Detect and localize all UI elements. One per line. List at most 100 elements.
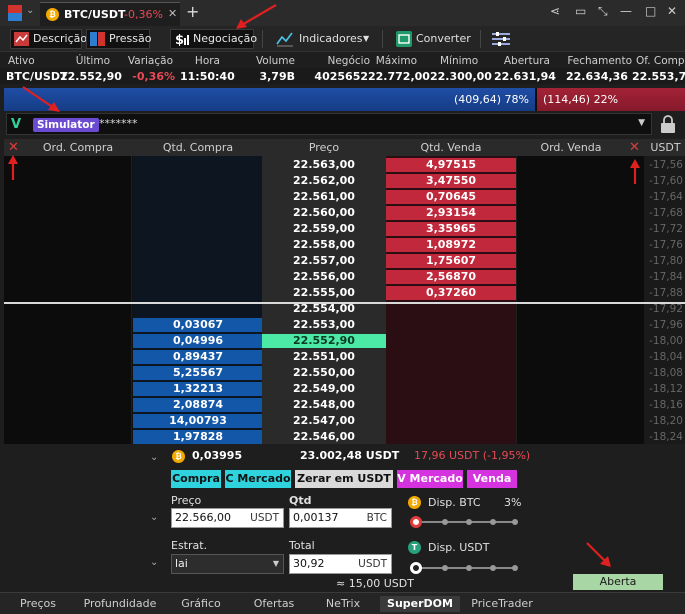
price-level[interactable]: 22.551,00 bbox=[262, 350, 386, 364]
price-level[interactable]: 22.549,00 bbox=[262, 382, 386, 396]
svg-text:$: $ bbox=[175, 33, 184, 46]
zerar-button[interactable]: Zerar em USDT bbox=[295, 470, 393, 488]
tab-profundidade[interactable]: Profundidade bbox=[80, 596, 160, 612]
price-level[interactable]: 22.562,00 bbox=[262, 174, 386, 188]
price-level[interactable]: 22.561,00 bbox=[262, 190, 386, 204]
price-level[interactable]: 22.555,00 bbox=[262, 286, 386, 300]
ord-compra-column[interactable] bbox=[4, 156, 132, 444]
share-icon[interactable]: ⋖ bbox=[550, 4, 560, 18]
ask-qty[interactable]: 1,08972 bbox=[386, 238, 516, 252]
tab-grafico[interactable]: Gráfico bbox=[172, 596, 230, 612]
ask-qty[interactable]: 4,97515 bbox=[386, 158, 516, 172]
col-variacao: Variação bbox=[127, 55, 173, 67]
tab-btc-usdt[interactable]: ₿ BTC/USDT -0,36% ✕ bbox=[40, 2, 180, 26]
restore-icon[interactable]: ⤡ bbox=[598, 4, 608, 19]
chevron-down-icon[interactable]: ⌄ bbox=[150, 557, 158, 568]
c-mercado-button[interactable]: C Mercado bbox=[225, 470, 291, 488]
tab-precos[interactable]: Preços bbox=[10, 596, 66, 612]
bid-qty[interactable]: 0,04996 bbox=[133, 334, 263, 348]
qtd-compra-column[interactable]: 0,03067 0,04996 0,89437 5,25567 1,32213 2,088… bbox=[133, 156, 263, 444]
venda-button[interactable]: Venda bbox=[467, 470, 517, 488]
status-aberta[interactable]: Aberta bbox=[573, 574, 663, 590]
pressao-button[interactable]: Pressão bbox=[86, 29, 151, 49]
settings-sliders-icon[interactable] bbox=[492, 32, 510, 46]
indicadores-button[interactable]: Indicadores bbox=[299, 32, 363, 45]
tab-superdom[interactable]: SuperDOM bbox=[380, 596, 460, 612]
bid-qty[interactable]: 2,08874 bbox=[133, 398, 263, 412]
chevron-down-icon[interactable]: ⌄ bbox=[26, 5, 34, 16]
approx-value: ≈ 15,00 USDT bbox=[336, 577, 414, 590]
close-icon[interactable]: ✕ bbox=[168, 7, 177, 20]
price-level[interactable]: 22.560,00 bbox=[262, 206, 386, 220]
negociacao-button[interactable]: $ Negociação bbox=[170, 29, 257, 49]
compra-button[interactable]: Compra bbox=[171, 470, 221, 488]
disp-btc-slider[interactable] bbox=[410, 516, 520, 528]
converter-button[interactable]: Converter bbox=[416, 32, 471, 45]
qtd-label: Qtd bbox=[289, 494, 312, 507]
bid-qty[interactable]: 1,32213 bbox=[133, 382, 263, 396]
preco-column[interactable]: 22.563,00 22.562,00 22.561,00 22.560,00 22.5… bbox=[262, 156, 386, 444]
tab-ofertas[interactable]: Ofertas bbox=[245, 596, 303, 612]
bid-qty[interactable]: 5,25567 bbox=[133, 366, 263, 380]
chevron-down-icon[interactable]: ⌄ bbox=[150, 452, 158, 463]
ask-qty[interactable]: 2,56870 bbox=[386, 270, 516, 284]
add-tab-icon[interactable]: + bbox=[186, 2, 199, 21]
chevron-down-icon[interactable]: ▼ bbox=[363, 34, 369, 43]
maximize-icon[interactable]: □ bbox=[645, 4, 656, 18]
price-level[interactable]: 22.563,00 bbox=[262, 158, 386, 172]
total-input[interactable]: 30,92 USDT bbox=[289, 554, 392, 574]
estrat-select[interactable]: lai ▼ bbox=[171, 554, 284, 574]
bid-qty[interactable]: 1,97828 bbox=[133, 430, 263, 444]
close-window-icon[interactable]: ✕ bbox=[667, 4, 677, 18]
cancel-buy-orders-icon[interactable]: ✕ bbox=[8, 140, 19, 155]
price-level[interactable]: 22.554,00 bbox=[262, 302, 386, 316]
price-level[interactable]: 22.547,00 bbox=[262, 414, 386, 428]
qtd-venda-column[interactable]: 4,97515 3,47550 0,70645 2,93154 3,35965 1,089… bbox=[386, 156, 516, 444]
col-of-comp: Of. Comp bbox=[636, 55, 685, 67]
dom-header: ✕ Ord. Compra Qtd. Compra Preço Qtd. Ven… bbox=[4, 139, 685, 156]
tab-pricetrader[interactable]: PriceTrader bbox=[466, 596, 538, 612]
ask-qty[interactable]: 1,75607 bbox=[386, 254, 516, 268]
descricao-button[interactable]: Descrição bbox=[10, 29, 87, 49]
price-level[interactable]: 22.550,00 bbox=[262, 366, 386, 380]
v-mercado-button[interactable]: V Mercado bbox=[397, 470, 463, 488]
chevron-down-icon[interactable]: ⌄ bbox=[150, 512, 158, 523]
chevron-down-icon[interactable]: ▼ bbox=[638, 118, 645, 128]
usdt-value: -17,80 bbox=[649, 255, 683, 267]
ask-qty[interactable]: 3,47550 bbox=[386, 174, 516, 188]
price-level[interactable]: 22.556,00 bbox=[262, 270, 386, 284]
bid-qty[interactable]: 0,03067 bbox=[133, 318, 263, 332]
price-level[interactable]: 22.553,00 bbox=[262, 318, 386, 332]
minimize-icon[interactable]: — bbox=[620, 4, 632, 18]
super-dom[interactable]: 0,03067 0,04996 0,89437 5,25567 1,32213 2,088… bbox=[4, 156, 685, 444]
ask-qty[interactable]: 0,37260 bbox=[386, 286, 516, 300]
disp-usdt-slider[interactable] bbox=[410, 562, 520, 574]
ask-qty[interactable]: 2,93154 bbox=[386, 206, 516, 220]
price-level[interactable]: 22.559,00 bbox=[262, 222, 386, 236]
account-selector[interactable]: V Simulator ******* ▼ bbox=[6, 113, 652, 135]
position-value: 23.002,48 USDT bbox=[300, 449, 400, 462]
bid-qty[interactable]: 0,89437 bbox=[133, 350, 263, 364]
price-level[interactable]: 22.546,00 bbox=[262, 430, 386, 444]
price-level[interactable]: 22.548,00 bbox=[262, 398, 386, 412]
bid-qty[interactable]: 14,00793 bbox=[133, 414, 263, 428]
chevron-down-icon: ▼ bbox=[272, 559, 279, 568]
last-price-level[interactable]: 22.552,90 bbox=[262, 334, 386, 348]
lock-icon[interactable] bbox=[660, 115, 676, 133]
sell-pressure-label: (114,46) 22% bbox=[543, 93, 619, 106]
ask-qty[interactable]: 3,35965 bbox=[386, 222, 516, 236]
preco-input[interactable]: 22.566,00 USDT bbox=[171, 508, 284, 528]
ask-qty[interactable]: 0,70645 bbox=[386, 190, 516, 204]
qtd-input[interactable]: 0,00137 BTC bbox=[289, 508, 392, 528]
annotation-arrow-icon bbox=[586, 542, 611, 567]
cancel-sell-orders-icon[interactable]: ✕ bbox=[629, 140, 640, 155]
usdt-value: -17,60 bbox=[649, 175, 683, 187]
disp-btc-label: Disp. BTC bbox=[428, 496, 481, 509]
price-level[interactable]: 22.557,00 bbox=[262, 254, 386, 268]
price-level[interactable]: 22.558,00 bbox=[262, 238, 386, 252]
ord-venda-column[interactable] bbox=[516, 156, 644, 444]
tab-netrix[interactable]: NeTrix bbox=[318, 596, 368, 612]
window-icon[interactable]: ▭ bbox=[575, 4, 586, 18]
quote-row[interactable]: BTC/USDT 22.552,90 -0,36% 11:50:40 3,79B… bbox=[0, 68, 685, 84]
quote-header: Ativo Último Variação Hora Volume Negóci… bbox=[0, 53, 685, 79]
